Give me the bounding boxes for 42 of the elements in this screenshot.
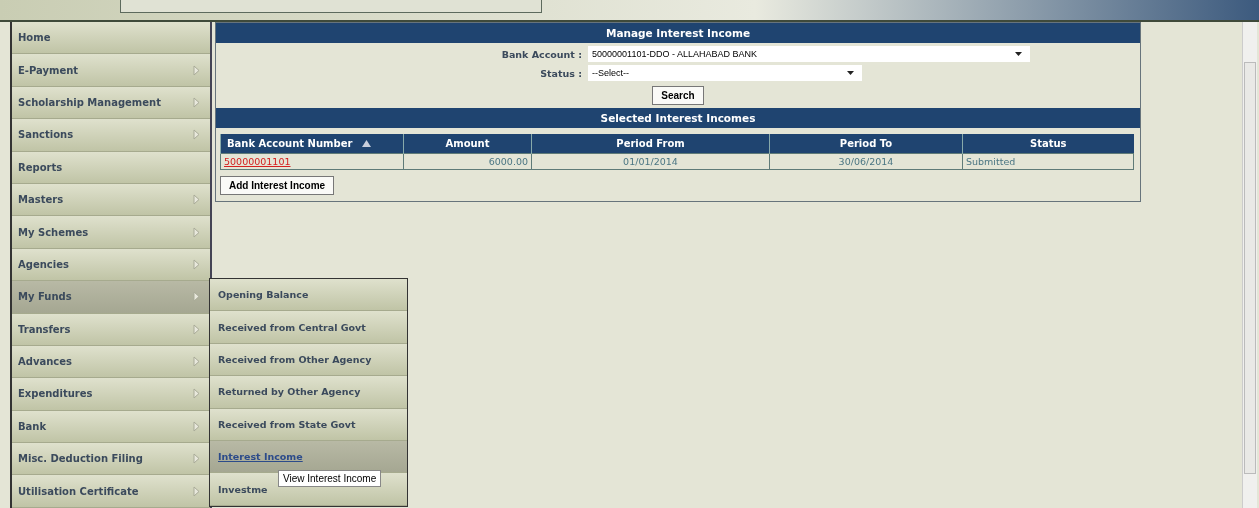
submenu-item[interactable]: Received from State Govt	[210, 408, 407, 441]
sidebar-item[interactable]: Sanctions	[12, 119, 210, 152]
field-label: Status :	[539, 67, 583, 79]
sidebar-item[interactable]: Reports	[12, 151, 210, 184]
tooltip: View Interest Income	[278, 470, 382, 487]
submenu-item[interactable]: Received from Central Govt	[210, 311, 407, 344]
sidebar-item[interactable]: E-Payment	[12, 54, 210, 87]
sidebar-item[interactable]: Home	[12, 22, 210, 55]
sidebar-item[interactable]: Expenditures	[12, 378, 210, 411]
sidebar-item[interactable]: Advances	[12, 345, 210, 379]
column-header[interactable]: Amount	[403, 134, 532, 154]
section-title: Selected Interest Incomes	[216, 108, 1140, 128]
table-cell: 01/01/2014	[623, 156, 678, 167]
table-cell: Submitted	[966, 156, 1016, 167]
submenu-item[interactable]: Opening Balance	[210, 279, 407, 312]
column-header[interactable]: Period To	[769, 134, 963, 154]
submenu-item[interactable]: Received from Other Agency	[210, 343, 407, 377]
submenu-item[interactable]: Returned by Other Agency	[210, 376, 407, 409]
sidebar-item[interactable]: Bank	[12, 410, 210, 444]
sidebar-item[interactable]: Agencies	[12, 248, 210, 282]
sidebar-item[interactable]: Utilisation Certificate	[12, 475, 210, 508]
field-label: Bank Account :	[500, 48, 583, 60]
column-header[interactable]: Period From	[531, 134, 770, 154]
column-header[interactable]: Bank Account Number	[220, 134, 404, 154]
sidebar-item[interactable]: Masters	[12, 183, 210, 217]
scrollbar[interactable]	[1242, 22, 1257, 508]
panel-title: Manage Interest Income	[216, 23, 1140, 43]
sidebar-item[interactable]: My Schemes	[12, 216, 210, 249]
dropdown[interactable]: --Select--	[588, 65, 862, 81]
sidebar-item[interactable]: Misc. Deduction Filing	[12, 443, 210, 476]
sidebar-item[interactable]: Scholarship Management	[12, 86, 210, 120]
search-button[interactable]: Search	[652, 86, 704, 105]
dropdown-arrow-icon	[1015, 52, 1022, 56]
sidebar-item[interactable]: My Funds	[12, 281, 210, 314]
dropdown[interactable]: 50000001101-DDO - ALLAHABAD BANK	[588, 46, 1030, 62]
dropdown-arrow-icon	[847, 71, 854, 75]
column-header[interactable]: Status	[962, 134, 1134, 154]
add-button[interactable]: Add Interest Income	[220, 176, 335, 195]
table-cell: 6000.00	[488, 156, 528, 167]
table-cell: 30/06/2014	[838, 156, 894, 167]
scroll-thumb[interactable]	[1244, 62, 1256, 474]
sidebar-item[interactable]: Transfers	[12, 313, 210, 346]
